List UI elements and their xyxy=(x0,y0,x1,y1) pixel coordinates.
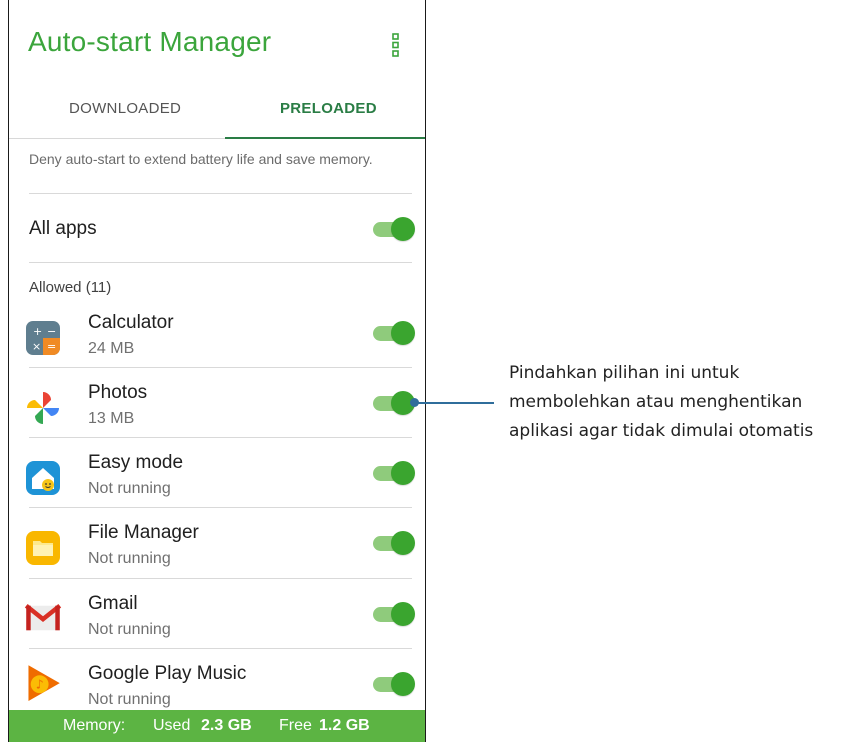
callout-dot xyxy=(410,398,419,407)
app-name: Easy mode xyxy=(88,452,184,473)
toggle-thumb xyxy=(391,531,415,555)
gmail-icon xyxy=(24,603,62,631)
all-apps-toggle[interactable] xyxy=(371,217,415,241)
svg-text:−: − xyxy=(47,325,56,338)
tab-preloaded[interactable]: PRELOADED xyxy=(280,100,377,117)
app-toggle[interactable] xyxy=(371,461,415,485)
app-toggle[interactable] xyxy=(371,531,415,555)
photos-icon xyxy=(27,392,59,424)
app-toggle[interactable] xyxy=(371,321,415,345)
memory-footer: Memory: Used 2.3 GB Free 1.2 GB xyxy=(9,710,425,742)
memory-label: Memory: xyxy=(63,717,126,734)
app-detail: Not running xyxy=(88,621,171,638)
svg-text:+: + xyxy=(33,325,42,338)
callout-text: Pindahkan pilihan ini untuk membolehkan … xyxy=(509,359,859,446)
play-music-icon: ♪ xyxy=(28,665,60,701)
divider xyxy=(29,262,412,263)
divider xyxy=(29,437,412,438)
easy-mode-icon xyxy=(26,461,60,495)
used-label: Used xyxy=(153,717,191,734)
svg-text:=: = xyxy=(47,340,56,353)
all-apps-label: All apps xyxy=(29,218,97,239)
app-row-easy-mode[interactable]: Easy mode Not running xyxy=(9,452,425,522)
app-toggle[interactable] xyxy=(371,672,415,696)
description-text: Deny auto-start to extend battery life a… xyxy=(29,151,373,167)
app-toggle[interactable] xyxy=(371,391,415,415)
divider xyxy=(29,367,412,368)
callout-line-2: membolehkan atau menghentikan xyxy=(509,392,803,412)
app-name: Calculator xyxy=(88,312,174,333)
divider xyxy=(29,648,412,649)
app-name: Google Play Music xyxy=(88,663,247,684)
used-value: 2.3 GB xyxy=(201,717,252,734)
app-name: Photos xyxy=(88,382,148,403)
toggle-thumb xyxy=(391,461,415,485)
section-header-allowed: Allowed (11) xyxy=(29,279,112,296)
svg-text:×: × xyxy=(32,340,41,353)
page-title: Auto-start Manager xyxy=(28,26,272,57)
tab-active-indicator xyxy=(225,137,425,139)
divider xyxy=(29,578,412,579)
tab-downloaded[interactable]: DOWNLOADED xyxy=(69,100,181,117)
divider xyxy=(29,507,412,508)
free-label: Free xyxy=(279,717,312,734)
callout-line-3: aplikasi agar tidak dimulai otomatis xyxy=(509,421,814,441)
app-name: File Manager xyxy=(88,522,199,543)
toggle-thumb xyxy=(391,672,415,696)
callout-line-1: Pindahkan pilihan ini untuk xyxy=(509,363,740,383)
toggle-thumb xyxy=(391,217,415,241)
app-name: Gmail xyxy=(88,593,138,614)
free-value: 1.2 GB xyxy=(319,717,370,734)
svg-text:♪: ♪ xyxy=(36,678,44,692)
app-detail: 13 MB xyxy=(88,410,135,427)
app-detail: 24 MB xyxy=(88,340,135,357)
file-manager-icon xyxy=(26,531,60,565)
callout-leader-line xyxy=(414,402,494,404)
app-detail: Not running xyxy=(88,691,171,708)
phone-screen: Auto-start Manager DOWNLOADED PRELOADED … xyxy=(8,0,426,742)
app-row-calculator[interactable]: + − × = Calculator 24 MB xyxy=(9,312,425,382)
calculator-icon: + − × = xyxy=(26,321,60,355)
divider xyxy=(29,193,412,194)
toggle-thumb xyxy=(391,321,415,345)
app-row-photos[interactable]: Photos 13 MB xyxy=(9,382,425,452)
app-row-file-manager[interactable]: File Manager Not running xyxy=(9,522,425,592)
app-detail: Not running xyxy=(88,480,171,497)
toggle-thumb xyxy=(391,602,415,626)
app-detail: Not running xyxy=(88,550,171,567)
app-toggle[interactable] xyxy=(371,602,415,626)
app-row-gmail[interactable]: Gmail Not running xyxy=(9,593,425,663)
overflow-menu-icon[interactable] xyxy=(392,33,400,57)
